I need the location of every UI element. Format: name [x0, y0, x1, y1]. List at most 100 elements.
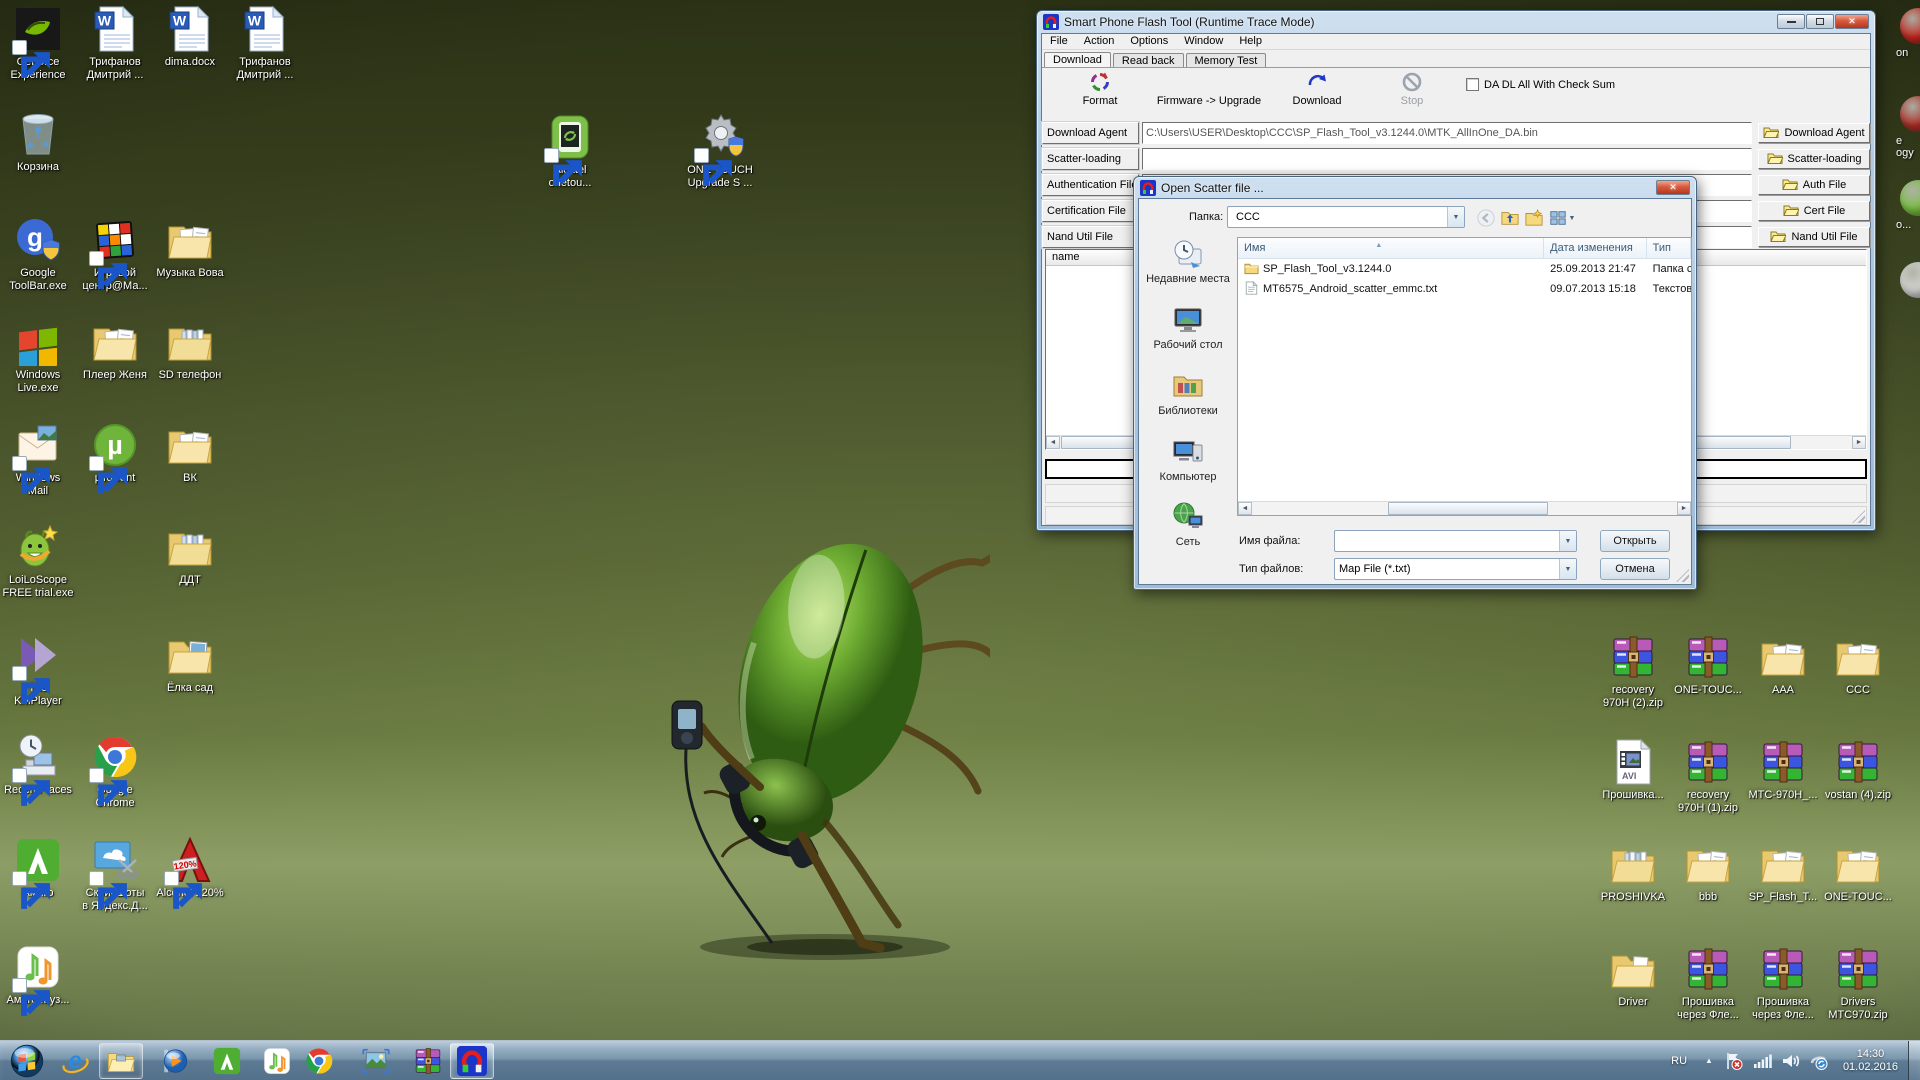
menu-file[interactable]: File	[1042, 34, 1076, 47]
scroll-thumb[interactable]	[1388, 502, 1548, 515]
scatter-loading-button[interactable]: Scatter-loading	[1758, 149, 1870, 169]
file-row[interactable]: SP_Flash_Tool_v3.1244.025.09.2013 21:47П…	[1238, 259, 1691, 279]
new-folder-icon[interactable]	[1523, 208, 1545, 228]
scroll-left-icon[interactable]: ◄	[1238, 502, 1252, 515]
dialog-file-list[interactable]: Имя▲Дата измененияТип SP_Flash_Tool_v3.1…	[1237, 237, 1692, 516]
edge-desktop-icon[interactable]: e ogy	[1896, 96, 1920, 159]
desktop-icon-rar[interactable]: Drivers MTC970.zip	[1820, 945, 1896, 1022]
column-header-1[interactable]: Дата изменения	[1544, 238, 1646, 258]
scroll-right-icon[interactable]: ►	[1852, 436, 1866, 449]
sidebar-item-0[interactable]: Недавние места	[1141, 237, 1235, 285]
desktop-icon-rar[interactable]: recovery 970H (2).zip	[1595, 633, 1671, 710]
desktop-icon-rar[interactable]: vostan (4).zip	[1820, 738, 1896, 802]
taskbar-item-chrome[interactable]	[299, 1043, 339, 1079]
desktop-icon-folder-docs[interactable]: CCC	[1820, 633, 1896, 697]
desktop-icon-folder-docs[interactable]: ONE-TOUC...	[1820, 840, 1896, 904]
speaker-icon[interactable]	[1780, 1051, 1802, 1071]
download-agent-button[interactable]: Download Agent	[1758, 123, 1870, 143]
flag-icon[interactable]	[1724, 1051, 1746, 1071]
taskbar-item-amigo[interactable]	[207, 1043, 247, 1079]
taskbar-item-ie[interactable]: e	[55, 1043, 95, 1079]
desktop-icon-mail[interactable]: Windows Mail	[0, 421, 76, 498]
desktop-icon-worddoc[interactable]: WТрифанов Дмитрий ...	[227, 5, 303, 82]
desktop-icon-folder-docs[interactable]: ВК	[152, 421, 228, 485]
dialog-close-icon[interactable]: ✕	[1656, 180, 1690, 195]
desktop-icon-folder-files[interactable]: ДДТ	[152, 523, 228, 587]
desktop-icon-amigomusic[interactable]: Амиго.Муз...	[0, 943, 76, 1007]
download-button[interactable]: Download	[1274, 71, 1360, 107]
desktop-icon-chrome[interactable]: Google Chrome	[77, 733, 153, 810]
open-button[interactable]: Открыть	[1600, 530, 1670, 552]
menu-action[interactable]: Action	[1076, 34, 1123, 47]
filetype-combobox[interactable]: Map File (*.txt) ▼	[1334, 558, 1577, 580]
taskbar-item-amigo-music[interactable]	[257, 1043, 297, 1079]
sidebar-item-3[interactable]: Компьютер	[1141, 435, 1235, 483]
back-icon[interactable]	[1475, 208, 1497, 228]
filename-combobox[interactable]: ▼	[1334, 530, 1577, 552]
desktop-icon-kmplayer[interactable]: The KMPlayer	[0, 631, 76, 708]
edge-desktop-icon[interactable]: o...	[1896, 180, 1920, 231]
taskbar-item-winrar[interactable]	[408, 1043, 448, 1079]
menu-window[interactable]: Window	[1176, 34, 1231, 47]
sync-icon[interactable]	[1808, 1051, 1830, 1071]
close-icon[interactable]: ✕	[1835, 14, 1869, 29]
show-desktop-button[interactable]	[1908, 1041, 1920, 1080]
desktop-icon-yascr[interactable]: Скриншоты в Яндекс.Д...	[77, 836, 153, 913]
views-icon[interactable]: ▼	[1547, 208, 1577, 228]
edge-desktop-icon[interactable]	[1896, 262, 1920, 301]
flash-tool-titlebar[interactable]: Smart Phone Flash Tool (Runtime Trace Mo…	[1037, 11, 1875, 33]
desktop-icon-amigo[interactable]: Амиго	[0, 836, 76, 900]
desktop-icon-gtoolbar[interactable]: gGoogle ToolBar.exe	[0, 216, 76, 293]
scroll-left-icon[interactable]: ◄	[1046, 436, 1060, 449]
desktop-icon-recycle[interactable]: Корзина	[0, 110, 76, 174]
desktop-icon-folder-files[interactable]: SD телефон	[152, 318, 228, 382]
chevron-down-icon[interactable]: ▼	[1559, 531, 1576, 551]
sidebar-item-1[interactable]: Рабочий стол	[1141, 303, 1235, 351]
desktop-icon-alcohol[interactable]: 120%Alcohol 120%	[152, 836, 228, 900]
up-folder-icon[interactable]	[1499, 208, 1521, 228]
chevron-down-icon[interactable]: ▼	[1447, 207, 1464, 227]
firmware-upgrade-button[interactable]: Firmware -> Upgrade	[1146, 71, 1272, 107]
menu-options[interactable]: Options	[1122, 34, 1176, 47]
column-header-0[interactable]: Имя▲	[1238, 238, 1544, 258]
signal-icon[interactable]	[1752, 1051, 1774, 1071]
field-input-0[interactable]: C:\Users\USER\Desktop\CCC\SP_Flash_Tool_…	[1142, 122, 1752, 144]
desktop-icon-recent[interactable]: RecentPlaces	[0, 733, 76, 797]
nand-util-file-button[interactable]: Nand Util File	[1758, 227, 1870, 247]
desktop-icon-rubik[interactable]: Игровой центр@Ма...	[77, 216, 153, 293]
menu-help[interactable]: Help	[1231, 34, 1270, 47]
desktop-icon-folder-photo[interactable]: Ёлка сад	[152, 631, 228, 695]
dialog-horizontal-scrollbar[interactable]: ◄ ►	[1238, 501, 1691, 515]
column-header-2[interactable]: Тип	[1647, 238, 1691, 258]
chevron-down-icon[interactable]: ▼	[1559, 559, 1576, 579]
maximize-icon[interactable]	[1806, 14, 1834, 29]
taskbar-item-flash-tool[interactable]	[450, 1043, 494, 1079]
desktop-icon-alcatel[interactable]: Alcatel onetou...	[532, 113, 608, 190]
show-hidden-icons-icon[interactable]: ▲	[1697, 1056, 1721, 1065]
desktop-icon-winflag[interactable]: Windows Live.exe	[0, 318, 76, 395]
sidebar-item-2[interactable]: Библиотеки	[1141, 369, 1235, 417]
dialog-resize-grip[interactable]	[1676, 569, 1689, 582]
file-row[interactable]: MT6575_Android_scatter_emmc.txt09.07.201…	[1238, 279, 1691, 299]
desktop-icon-loilo[interactable]: LoiLoScope FREE trial.exe	[0, 523, 76, 600]
scroll-right-icon[interactable]: ►	[1677, 502, 1691, 515]
taskbar-item-wmp[interactable]	[154, 1043, 194, 1079]
format-button[interactable]: Format	[1056, 71, 1144, 107]
resize-grip[interactable]	[1852, 510, 1865, 523]
auth-file-button[interactable]: Auth File	[1758, 175, 1870, 195]
da-dl-checksum-checkbox[interactable]	[1466, 78, 1479, 91]
dialog-titlebar[interactable]: Open Scatter file ... ✕	[1134, 177, 1696, 199]
edge-desktop-icon[interactable]: on	[1896, 8, 1920, 59]
sidebar-item-4[interactable]: Сеть	[1141, 500, 1235, 548]
desktop-icon-nvidia[interactable]: GeForce Experience	[0, 5, 76, 82]
desktop-icon-worddoc[interactable]: WТрифанов Дмитрий ...	[77, 5, 153, 82]
cert-file-button[interactable]: Cert File	[1758, 201, 1870, 221]
taskbar-item-start[interactable]	[4, 1043, 50, 1079]
clock[interactable]: 14:30 01.02.2016	[1833, 1048, 1908, 1074]
name-column-header[interactable]: name	[1046, 250, 1138, 265]
desktop-icon-onetouch[interactable]: ONE TOUCH Upgrade S ...	[682, 113, 758, 190]
cancel-button[interactable]: Отмена	[1600, 558, 1670, 580]
taskbar-item-image-viewer[interactable]	[356, 1043, 396, 1079]
desktop-icon-rar[interactable]: recovery 970H (1).zip	[1670, 738, 1746, 815]
field-input-1[interactable]	[1142, 148, 1752, 170]
